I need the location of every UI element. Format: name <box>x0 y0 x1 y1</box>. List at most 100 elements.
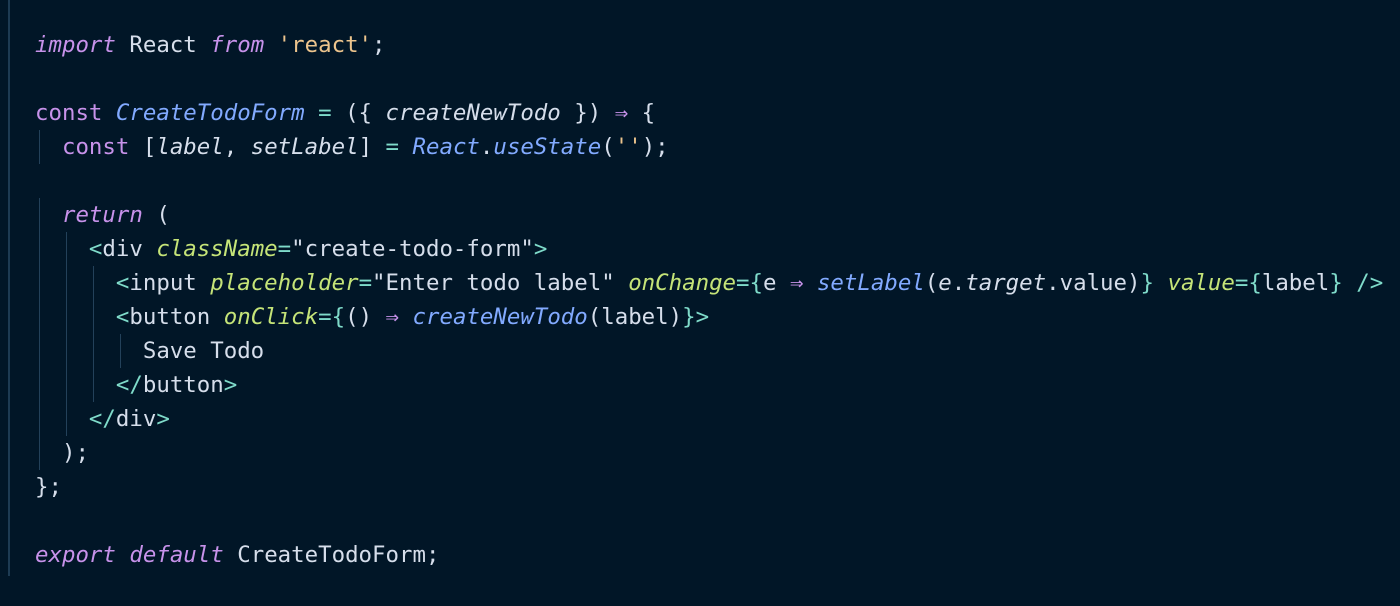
code-token: () <box>345 304 386 330</box>
code-token: ) <box>1127 270 1141 296</box>
code-token: </ <box>88 406 116 432</box>
code-token: label <box>1261 270 1330 296</box>
code-token: input <box>129 270 197 296</box>
code-token: e <box>763 270 777 296</box>
code-token: className <box>156 236 278 262</box>
code-token: ({ <box>331 100 386 126</box>
code-token: }; <box>35 474 62 500</box>
code-token: { <box>1248 270 1262 296</box>
indent-guide <box>39 130 40 164</box>
indent-guide <box>39 334 40 368</box>
code-token: > <box>223 372 238 398</box>
indent-guide <box>93 266 94 300</box>
code-token: target <box>965 270 1047 296</box>
code-token: (label) <box>587 304 683 330</box>
code-token: > <box>533 236 548 262</box>
code-token: ] <box>358 134 386 160</box>
indent-guide <box>39 266 40 300</box>
code-token: } <box>1140 270 1154 296</box>
indent-guide <box>39 436 40 470</box>
code-token: . <box>1046 270 1060 296</box>
indent-guide <box>66 368 67 402</box>
code-token: = <box>318 304 332 330</box>
code-line: return ( <box>35 198 1383 232</box>
indent-guide <box>66 402 67 436</box>
code-token: div <box>102 236 143 262</box>
code-token: 'react' <box>277 32 373 58</box>
code-token: createNewTodo <box>412 304 588 330</box>
code-token: value <box>1059 270 1128 296</box>
code-token: ⇒ <box>789 270 804 296</box>
code-token: { <box>331 304 346 330</box>
code-token: = <box>358 270 373 296</box>
code-editor[interactable]: import React from 'react'; const CreateT… <box>0 0 1400 606</box>
code-token: </ <box>115 372 143 398</box>
code-line: ); <box>35 436 1383 470</box>
code-token: < <box>115 270 130 296</box>
code-line: </button> <box>35 368 1383 402</box>
code-token: > <box>156 406 170 432</box>
code-token: setLabel <box>250 134 359 160</box>
code-token: button <box>142 372 224 398</box>
code-token: value <box>1167 270 1235 296</box>
indent-guide <box>66 232 67 266</box>
code-token: onChange <box>628 270 737 296</box>
code-token: React <box>115 32 211 58</box>
code-token: . <box>951 270 966 296</box>
code-line: <div className="create-todo-form"> <box>35 232 1383 266</box>
code-token: ( <box>601 134 615 160</box>
code-token: div <box>115 406 157 432</box>
indent-guide <box>39 402 40 436</box>
code-token: [ <box>142 134 157 160</box>
code-token: = <box>385 134 400 160</box>
code-token: import <box>35 32 116 58</box>
indent-guide <box>93 368 94 402</box>
indent-guide <box>39 300 40 334</box>
code-token: default <box>129 542 224 568</box>
code-line: import React from 'react'; <box>35 28 1383 62</box>
indent-guide <box>93 334 94 368</box>
code-token: return <box>61 202 143 228</box>
code-line: <button onClick={() ⇒ createNewTodo(labe… <box>35 300 1383 334</box>
code-block[interactable]: import React from 'react'; const CreateT… <box>35 28 1383 572</box>
code-line: export default CreateTodoForm; <box>35 538 1383 572</box>
code-line: Save Todo <box>35 334 1383 368</box>
code-line: }; <box>35 470 1383 504</box>
code-token: button <box>129 304 211 330</box>
code-token: ( <box>924 270 939 296</box>
code-token: > <box>695 304 710 330</box>
indent-guide <box>39 198 40 232</box>
code-line: const [label, setLabel] = React.useState… <box>35 130 1383 164</box>
code-token: ⇒ <box>385 304 400 330</box>
code-token: '' <box>614 134 642 160</box>
code-token: = <box>318 100 332 126</box>
indent-guide <box>66 300 67 334</box>
code-token: from <box>210 32 265 58</box>
indent-guide <box>39 232 40 266</box>
indent-guide <box>120 334 121 368</box>
indent-guide <box>39 368 40 402</box>
code-line: </div> <box>35 402 1383 436</box>
code-token: { <box>749 270 763 296</box>
code-token: < <box>115 304 130 330</box>
code-token: /> <box>1356 270 1384 296</box>
code-token: ; <box>372 32 386 58</box>
code-token: "create-todo-form" <box>291 236 534 262</box>
